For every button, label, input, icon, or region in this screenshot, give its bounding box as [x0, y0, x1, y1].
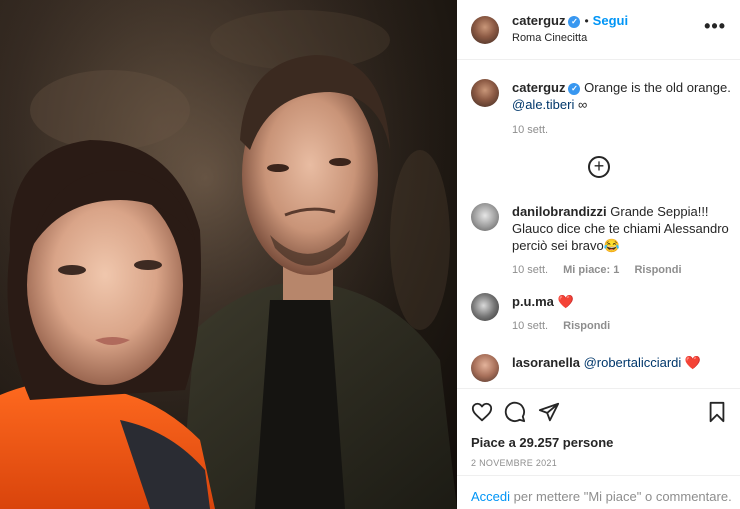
commenter-avatar[interactable]	[471, 293, 499, 321]
caption-username[interactable]: caterguz	[512, 80, 565, 95]
verified-badge-icon: ✓	[568, 15, 581, 28]
load-more-comments-icon[interactable]: +	[588, 156, 610, 178]
comment-mention[interactable]: @robertalicciardi	[584, 355, 682, 370]
infinity-glyph: ∞	[577, 97, 588, 112]
post-caption: caterguz ✓ Orange is the old orange. @ale…	[471, 79, 731, 149]
caption-text: Orange is the old orange.	[584, 80, 731, 95]
login-link[interactable]: Accedi	[471, 489, 510, 504]
caption-time: 10 sett.	[512, 124, 549, 136]
heart-emoji: ❤️	[684, 355, 702, 370]
reply-button[interactable]: Rispondi	[563, 320, 610, 332]
comment-meta: 10 sett. Rispondi	[512, 318, 734, 335]
comment-item: lasoranella @robertalicciardi ❤️	[471, 354, 731, 384]
post-side-panel: caterguz ✓ • Segui Roma Cinecitta ••• cater…	[457, 0, 740, 509]
caption-mention[interactable]: @ale.tiberi	[512, 97, 574, 112]
comment-item: danilobrandizzi Grande Seppia!!! Glauco …	[471, 203, 731, 278]
heart-emoji: ❤️	[557, 294, 574, 309]
post-location[interactable]: Roma Cinecitta	[512, 32, 587, 44]
login-prompt-text: Accedi per mettere "Mi piace" o commenta…	[471, 489, 732, 504]
share-icon[interactable]	[538, 401, 560, 423]
post-photo	[0, 0, 457, 509]
likes-count[interactable]: Piace a 29.257 persone	[471, 435, 613, 450]
post-header: caterguz ✓ • Segui Roma Cinecitta •••	[457, 0, 740, 60]
author-avatar[interactable]	[471, 16, 499, 44]
separator-dot: •	[584, 14, 589, 28]
login-message: per mettere "Mi piace" o commentare.	[510, 489, 732, 504]
post-actions: Piace a 29.257 persone 2 NOVEMBRE 2021 A…	[457, 388, 740, 509]
comment-likes-count[interactable]: Mi piace: 1	[563, 264, 619, 276]
action-icons-row	[471, 401, 726, 425]
author-username[interactable]: caterguz	[512, 13, 565, 28]
comments-list[interactable]: caterguz ✓ Orange is the old orange. @ale…	[457, 61, 740, 386]
author-line: caterguz ✓ • Segui	[512, 13, 628, 28]
commenter-avatar[interactable]	[471, 354, 499, 382]
bookmark-icon[interactable]	[707, 401, 727, 423]
more-horizontal-icon[interactable]: •••	[704, 16, 726, 37]
caption-meta: 10 sett.	[512, 122, 734, 139]
commenter-avatar[interactable]	[471, 203, 499, 231]
verified-badge-icon: ✓	[568, 82, 581, 95]
comment-item: p.u.ma ❤️ 10 sett. Rispondi	[471, 293, 731, 338]
comment-body: p.u.ma ❤️ 10 sett. Rispondi	[512, 293, 734, 335]
follow-button[interactable]: Segui	[593, 13, 628, 28]
comment-body: danilobrandizzi Grande Seppia!!! Glauco …	[512, 203, 734, 279]
comment-username[interactable]: lasoranella	[512, 355, 580, 370]
comment-time: 10 sett.	[512, 320, 549, 332]
caption-author-avatar[interactable]	[471, 79, 499, 107]
reply-button[interactable]: Rispondi	[634, 264, 681, 276]
post-date: 2 NOVEMBRE 2021	[471, 458, 558, 468]
caption-body: caterguz ✓ Orange is the old orange. @ale…	[512, 79, 734, 139]
comment-body: lasoranella @robertalicciardi ❤️	[512, 354, 734, 371]
comment-username[interactable]: p.u.ma	[512, 294, 554, 309]
comment-time: 10 sett.	[512, 264, 549, 276]
login-prompt: Accedi per mettere "Mi piace" o commenta…	[457, 475, 740, 509]
woman-figure	[0, 140, 215, 509]
comment-meta: 10 sett. Mi piace: 1 Rispondi	[512, 262, 734, 279]
selfie-illustration	[0, 0, 457, 509]
heart-icon[interactable]	[471, 401, 493, 423]
comment-icon[interactable]	[504, 401, 526, 423]
comment-username[interactable]: danilobrandizzi	[512, 204, 607, 219]
